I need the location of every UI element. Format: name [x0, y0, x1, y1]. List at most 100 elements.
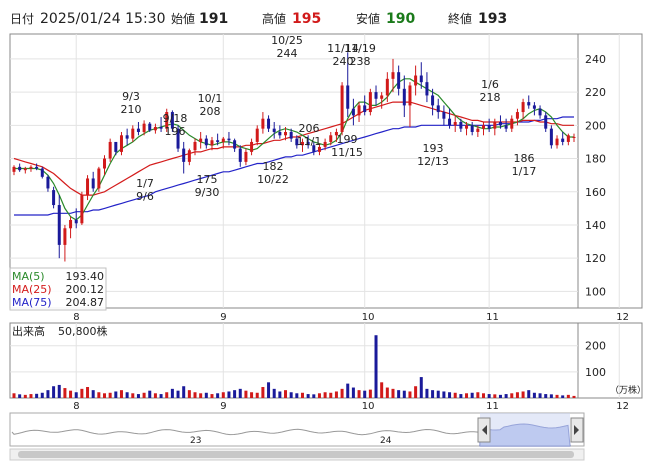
date-tick-label: 12 — [616, 312, 629, 323]
volume-bar — [119, 390, 123, 398]
volume-bar — [572, 395, 576, 398]
volume-bar — [391, 388, 395, 398]
candle-body — [442, 112, 446, 119]
volume-bar — [295, 393, 299, 398]
volume-bar — [300, 392, 304, 398]
volume-bar — [153, 393, 157, 398]
volume-bar — [40, 392, 44, 398]
volume-bar — [431, 390, 435, 398]
volume-bar — [12, 393, 16, 398]
volume-bar — [289, 392, 293, 398]
annotation-value: 208 — [200, 105, 221, 118]
candle-body — [289, 131, 293, 139]
volume-header: 出来高 50,800株 — [12, 324, 108, 338]
volume-bar — [527, 390, 531, 398]
volume-bar — [561, 395, 565, 398]
volume-bar — [267, 382, 271, 398]
date-tick-label: 9 — [220, 401, 226, 412]
annotation-value: 238 — [350, 55, 371, 68]
annotation-label: 1/7 — [136, 177, 154, 190]
candle-body — [278, 131, 282, 136]
volume-bar — [521, 391, 525, 398]
navigator-right-handle[interactable] — [570, 417, 584, 443]
volume-bar — [131, 393, 135, 398]
volume-bar — [244, 390, 248, 398]
volume-bar — [470, 392, 474, 398]
candle-body — [86, 178, 90, 196]
date-label: 日付 — [10, 12, 34, 26]
volume-bar — [18, 394, 22, 398]
candle-body — [448, 118, 452, 126]
candle-body — [244, 151, 248, 162]
candle-body — [114, 141, 118, 152]
volume-bar — [329, 392, 333, 398]
candle-body — [69, 219, 73, 229]
candle-body — [227, 138, 231, 141]
legend-label: MA(25) — [12, 283, 52, 296]
volume-bar — [199, 393, 203, 398]
volume-bar — [108, 392, 112, 398]
volume-bar — [510, 393, 514, 398]
candle-body — [436, 105, 440, 113]
annotation-value: 210 — [121, 103, 142, 116]
volume-bar — [57, 384, 61, 398]
date-tick-label: 11 — [486, 401, 499, 412]
candle-body — [18, 166, 22, 171]
date-tick-label: 9 — [220, 312, 226, 323]
volume-bar — [397, 390, 401, 398]
volume-bar — [465, 393, 469, 398]
volume-bar — [63, 388, 67, 398]
volume-bar — [278, 391, 282, 398]
candle-body — [57, 205, 61, 245]
candle-body — [459, 122, 463, 129]
annotation-label: 182 — [263, 160, 284, 173]
candle-body — [481, 125, 485, 129]
volume-bar — [487, 394, 491, 398]
navigator-left-handle[interactable] — [477, 417, 491, 443]
volume-bar — [142, 392, 146, 398]
navigator-selection[interactable] — [480, 413, 570, 446]
price-tick-label: 220 — [585, 86, 606, 99]
horizontal-scrollbar[interactable] — [9, 448, 585, 461]
candle-body — [323, 141, 327, 147]
candle-body — [261, 118, 265, 129]
volume-bar — [538, 393, 542, 398]
price-tick-label: 200 — [585, 119, 606, 132]
candle-body — [521, 102, 525, 113]
volume-bar — [459, 394, 463, 398]
candle-body — [46, 176, 50, 189]
range-navigator[interactable]: 23 24 — [9, 412, 585, 447]
candle-body — [402, 88, 406, 106]
date-value: 2025/01/24 15:30 — [40, 11, 166, 27]
candle-body — [182, 148, 186, 162]
candle-body — [238, 148, 242, 162]
candle-body — [465, 125, 469, 129]
high-label: 高値 — [262, 11, 286, 26]
candle-body — [504, 125, 508, 129]
candle-body — [136, 128, 140, 132]
volume-bar — [261, 387, 265, 398]
candle-body — [329, 135, 333, 142]
low-value: 190 — [386, 11, 415, 27]
annotation-label: 206 — [299, 122, 320, 135]
open-value: 191 — [199, 11, 228, 27]
scrollbar-thumb[interactable] — [18, 451, 574, 458]
candle-body — [23, 168, 27, 171]
volume-bar — [306, 394, 310, 398]
annotation-label: 175 — [197, 173, 218, 186]
volume-bar — [481, 393, 485, 398]
candle-body — [515, 112, 519, 119]
volume-bar — [334, 391, 338, 398]
annotation-label: 9/18 — [163, 112, 188, 125]
volume-bar — [80, 388, 84, 398]
volume-bar — [74, 392, 78, 398]
candle-body — [216, 140, 220, 142]
volume-bar — [97, 392, 101, 398]
price-tick-label: 240 — [585, 53, 606, 66]
candle-body — [148, 123, 152, 131]
candle-body — [363, 105, 367, 113]
candle-body — [119, 135, 123, 152]
volume-bar — [317, 393, 321, 398]
candle-body — [374, 92, 378, 99]
volume-bar — [52, 386, 56, 398]
